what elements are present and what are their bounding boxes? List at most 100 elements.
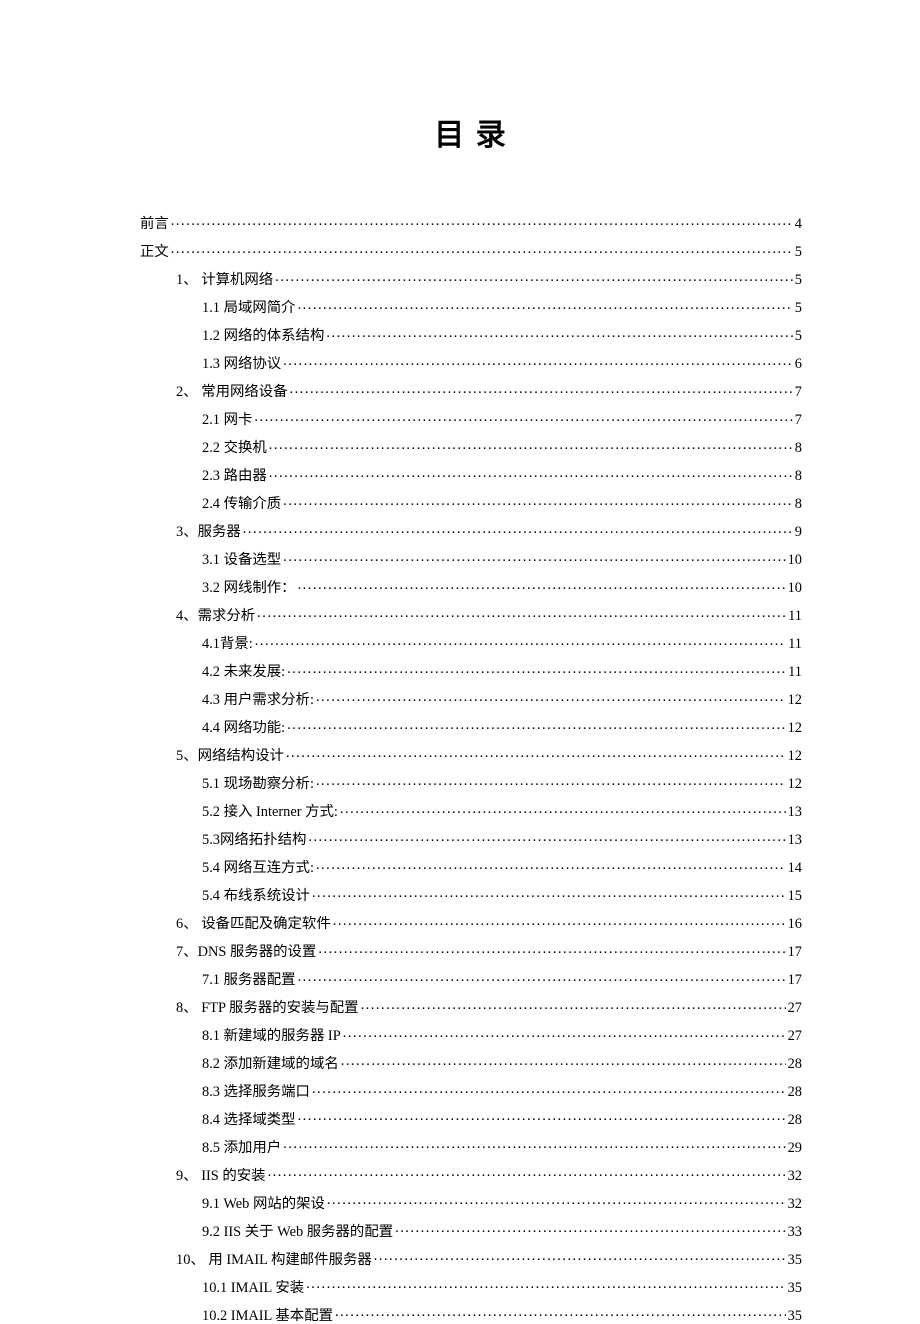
toc-label: 10.1 IMAIL 安装 xyxy=(202,1281,304,1295)
toc-text: 背景: xyxy=(220,636,253,652)
toc-leader-dots xyxy=(287,662,786,676)
toc-page-number: 8 xyxy=(795,469,802,483)
toc-number: 5、 xyxy=(176,749,198,763)
toc-leader-dots xyxy=(298,298,793,312)
toc-entry: 5.2 接入 Interner 方式:13 xyxy=(140,802,802,820)
toc-label: 1.3 网络协议 xyxy=(202,357,281,371)
toc-number: 10、 xyxy=(176,1253,205,1267)
toc-entry: 3、服务器9 xyxy=(140,522,802,540)
toc-page-number: 17 xyxy=(788,945,802,959)
toc-entry: 9.1 Web 网站的架设32 xyxy=(140,1193,802,1211)
toc-number: 10.1 xyxy=(202,1281,227,1295)
toc-number: 10.2 xyxy=(202,1309,227,1323)
toc-text: 局域网简介 xyxy=(220,300,296,316)
toc-number: 2.4 xyxy=(202,497,220,511)
toc-text: 前言 xyxy=(140,216,169,232)
toc-text: 用户需求分析: xyxy=(220,692,314,708)
toc-leader-dots xyxy=(298,970,786,984)
toc-page-number: 28 xyxy=(788,1085,802,1099)
toc-leader-dots xyxy=(283,494,793,508)
toc-label: 4.4 网络功能: xyxy=(202,721,285,735)
toc-label: 5.1 现场勘察分析: xyxy=(202,777,314,791)
toc-entry: 正文5 xyxy=(140,242,802,260)
document-page: 目 录 前言4正文51、 计算机网络51.1 局域网简介51.2 网络的体系结构… xyxy=(0,0,920,1302)
toc-number: 6、 xyxy=(176,917,198,931)
toc-text: 现场勘察分析: xyxy=(220,776,314,792)
toc-text: DNS 服务器的设置 xyxy=(198,944,317,960)
toc-leader-dots xyxy=(326,326,792,340)
toc-page-number: 7 xyxy=(795,413,802,427)
toc-leader-dots xyxy=(374,1249,786,1263)
toc-entry: 1.2 网络的体系结构5 xyxy=(140,326,802,344)
toc-page-number: 11 xyxy=(788,637,802,651)
toc-page-number: 8 xyxy=(795,497,802,511)
toc-label: 正文 xyxy=(140,245,169,259)
toc-leader-dots xyxy=(316,774,786,788)
toc-leader-dots xyxy=(327,1193,786,1207)
toc-entry: 2.4 传输介质 8 xyxy=(140,494,802,512)
toc-number: 4.2 xyxy=(202,665,220,679)
toc-entry: 8.1 新建域的服务器 IP 27 xyxy=(140,1026,802,1044)
toc-label: 2.3 路由器 xyxy=(202,469,267,483)
toc-page-number: 33 xyxy=(788,1225,802,1239)
toc-leader-dots xyxy=(298,1110,786,1124)
table-of-contents: 前言4正文51、 计算机网络51.1 局域网简介51.2 网络的体系结构51.3… xyxy=(140,214,802,1323)
toc-text: 网络的体系结构 xyxy=(220,328,324,344)
toc-number: 2.1 xyxy=(202,413,220,427)
toc-page-number: 32 xyxy=(788,1169,802,1183)
toc-text: 服务器配置 xyxy=(220,972,296,988)
toc-text: 传输介质 xyxy=(220,496,281,512)
toc-entry: 5.4 布线系统设计15 xyxy=(140,886,802,904)
toc-label: 5.3网络拓扑结构 xyxy=(202,833,306,847)
toc-number: 8.2 xyxy=(202,1057,220,1071)
toc-number: 9.1 xyxy=(202,1197,220,1211)
toc-number: 8.5 xyxy=(202,1141,220,1155)
toc-text: 设备选型 xyxy=(220,552,281,568)
toc-label: 5、网络结构设计 xyxy=(176,749,284,763)
toc-page-number: 10 xyxy=(788,581,802,595)
toc-label: 1、 计算机网络 xyxy=(176,273,273,287)
toc-entry: 4.1背景: 11 xyxy=(140,634,802,652)
toc-page-number: 5 xyxy=(795,329,802,343)
toc-entry: 4.4 网络功能:12 xyxy=(140,718,802,736)
toc-leader-dots xyxy=(306,1277,785,1291)
toc-entry: 1、 计算机网络5 xyxy=(140,270,802,288)
toc-text: Web 网站的架设 xyxy=(220,1196,325,1212)
toc-leader-dots xyxy=(255,634,786,648)
toc-entry: 7、DNS 服务器的设置 17 xyxy=(140,942,802,960)
toc-leader-dots xyxy=(335,1305,786,1319)
toc-label: 4.1背景: xyxy=(202,637,253,651)
toc-text: 用 IMAIL 构建邮件服务器 xyxy=(205,1252,372,1268)
toc-label: 4、需求分析 xyxy=(176,609,255,623)
toc-entry: 8.4 选择域类型28 xyxy=(140,1110,802,1128)
toc-page-number: 12 xyxy=(788,693,802,707)
toc-text: 常用网络设备 xyxy=(198,384,288,400)
toc-page-number: 35 xyxy=(788,1281,802,1295)
toc-page-number: 8 xyxy=(795,441,802,455)
toc-label: 8.5 添加用户 xyxy=(202,1141,281,1155)
toc-entry: 5、网络结构设计12 xyxy=(140,746,802,764)
toc-number: 2.3 xyxy=(202,469,220,483)
toc-label: 5.4 网络互连方式: xyxy=(202,861,314,875)
toc-text: 网络互连方式: xyxy=(220,860,314,876)
toc-page-number: 12 xyxy=(788,777,802,791)
toc-label: 9、 IIS 的安装 xyxy=(176,1169,266,1183)
toc-page-number: 35 xyxy=(788,1253,802,1267)
toc-entry: 5.4 网络互连方式:14 xyxy=(140,858,802,876)
toc-text: 选择服务端口 xyxy=(220,1084,310,1100)
toc-entry: 4.2 未来发展:11 xyxy=(140,662,802,680)
toc-page-number: 11 xyxy=(788,609,802,623)
toc-number: 8、 xyxy=(176,1001,198,1015)
toc-label: 2、 常用网络设备 xyxy=(176,385,288,399)
toc-label: 7、DNS 服务器的设置 xyxy=(176,945,316,959)
toc-text: 正文 xyxy=(140,244,169,260)
toc-label: 10、 用 IMAIL 构建邮件服务器 xyxy=(176,1253,372,1267)
toc-label: 8.1 新建域的服务器 IP xyxy=(202,1029,341,1043)
toc-entry: 7.1 服务器配置17 xyxy=(140,970,802,988)
toc-number: 4.3 xyxy=(202,693,220,707)
toc-page-number: 27 xyxy=(788,1029,802,1043)
toc-text: 设备匹配及确定软件 xyxy=(198,916,331,932)
toc-entry: 10.1 IMAIL 安装 35 xyxy=(140,1277,802,1295)
toc-entry: 1.1 局域网简介5 xyxy=(140,298,802,316)
toc-text: 布线系统设计 xyxy=(220,888,310,904)
